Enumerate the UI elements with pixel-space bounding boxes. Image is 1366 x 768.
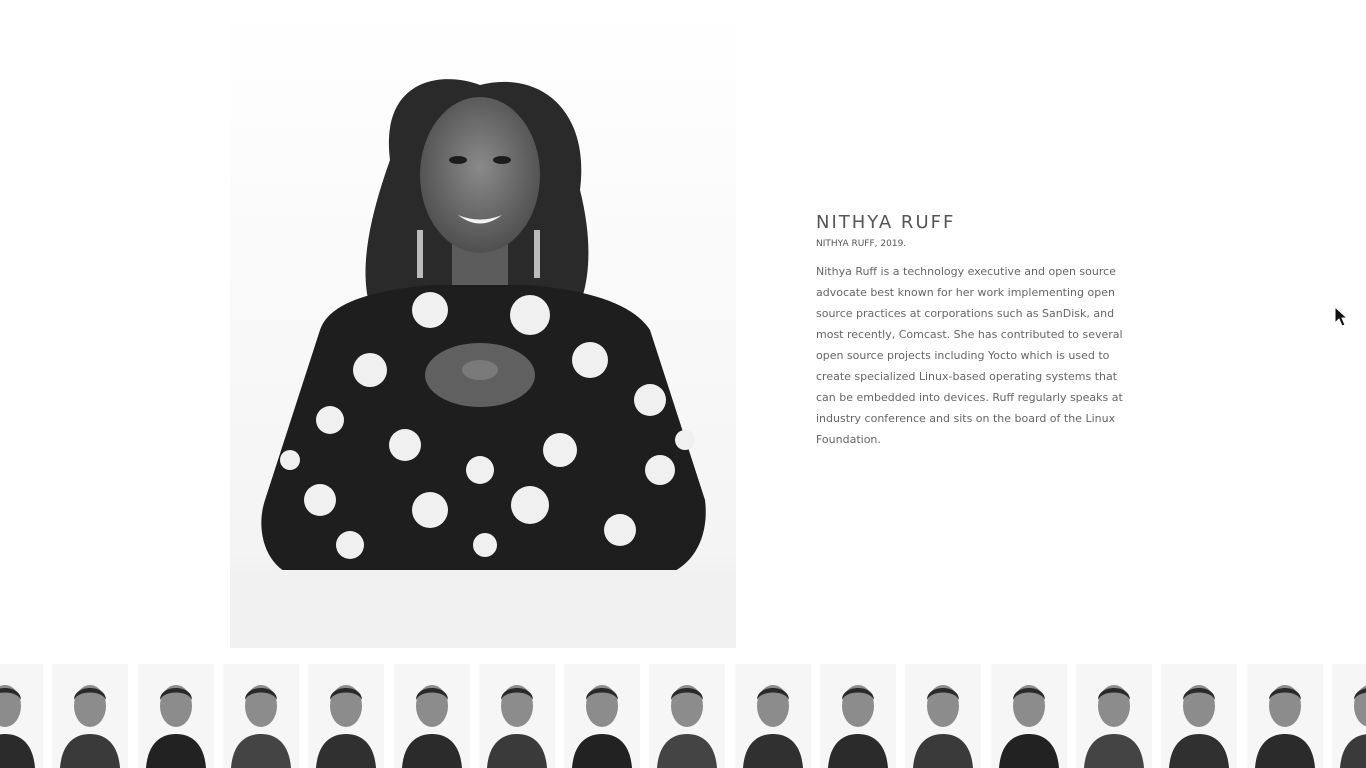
portrait-photo-icon [905,664,981,768]
portrait-1-thumbnail[interactable] [0,664,43,768]
portrait-2-thumbnail[interactable] [52,664,128,768]
mouse-cursor-icon [1334,306,1348,327]
portrait-photo-icon [820,664,896,768]
portrait-12-thumbnail[interactable] [905,664,981,768]
photo-caption: NITHYA RUFF, 2019. [816,239,907,249]
portrait-11-thumbnail[interactable] [820,664,896,768]
portrait-4-thumbnail[interactable] [223,664,299,768]
bio-panel: NITHYA RUFF NITHYA RUFF, 2019. Nithya Ru… [816,212,1136,450]
portrait-photo-icon [138,664,214,768]
portrait-photo-icon [564,664,640,768]
portrait-3-thumbnail[interactable] [138,664,214,768]
portrait-15-thumbnail[interactable] [1161,664,1237,768]
portrait-7-thumbnail[interactable] [479,664,555,768]
portrait-photo-icon [735,664,811,768]
person-name: NITHYA RUFF [816,212,956,233]
portrait-photo-icon [394,664,470,768]
portrait-9-thumbnail[interactable] [649,664,725,768]
portrait-photo-icon [649,664,725,768]
portrait-14-thumbnail[interactable] [1076,664,1152,768]
portrait-8-thumbnail[interactable] [564,664,640,768]
portrait-thumbnail-strip [0,664,1366,768]
portrait-photo-icon [308,664,384,768]
portrait-10-thumbnail[interactable] [735,664,811,768]
portrait-photo-icon [52,664,128,768]
portrait-photo-icon [479,664,555,768]
portrait-16-thumbnail[interactable] [1247,664,1323,768]
portrait-photo-icon [1076,664,1152,768]
portrait-13-thumbnail[interactable] [991,664,1067,768]
portrait-17-thumbnail[interactable] [1332,664,1366,768]
portrait-photo-icon [223,664,299,768]
portrait-photo-icon [1332,664,1366,768]
portrait-photo-icon [1161,664,1237,768]
bio-text: Nithya Ruff is a technology executive an… [816,265,1123,446]
portrait-5-thumbnail[interactable] [308,664,384,768]
featured-portrait [230,0,736,648]
portrait-photo-icon [991,664,1067,768]
portrait-6-thumbnail[interactable] [394,664,470,768]
portrait-photo-icon [1247,664,1323,768]
portrait-photo-icon [0,664,43,768]
